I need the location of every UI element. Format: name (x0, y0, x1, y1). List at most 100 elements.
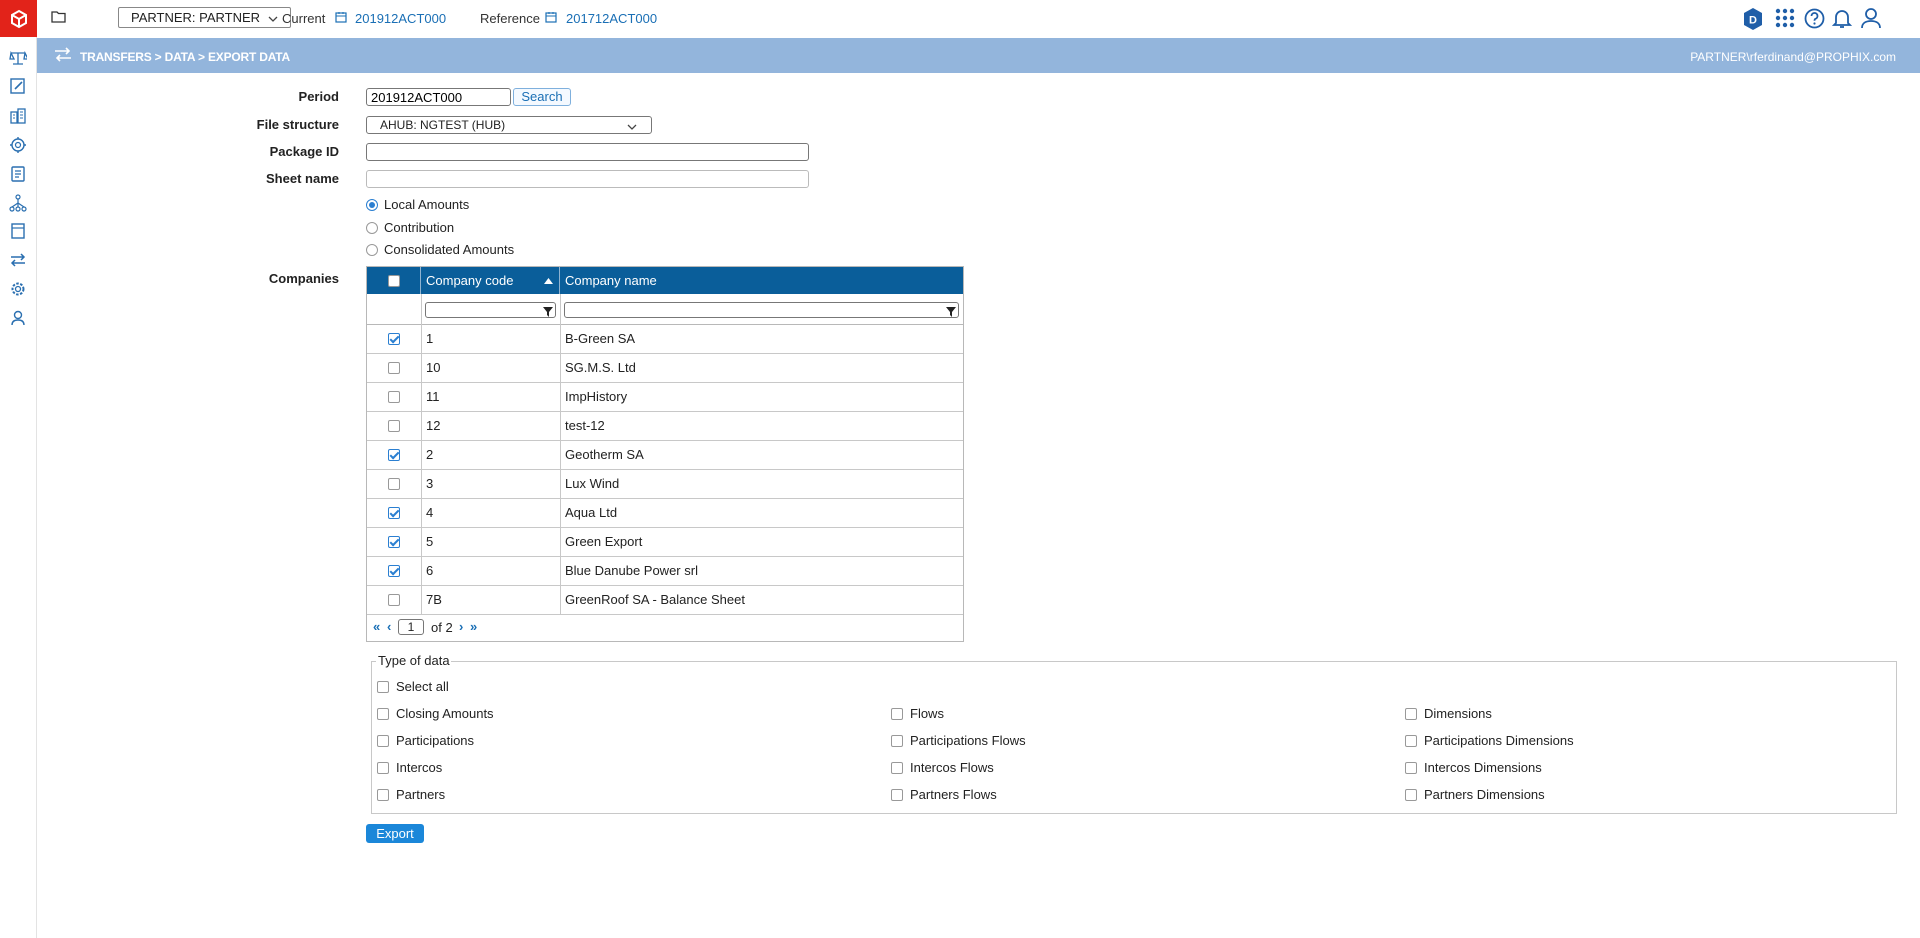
checkbox[interactable] (891, 761, 903, 774)
sidebar-item-edit[interactable] (7, 75, 29, 97)
table-row[interactable]: 3 Lux Wind (367, 470, 963, 499)
apps-grid-icon[interactable] (1775, 8, 1795, 31)
flows-checkbox[interactable]: Flows (891, 706, 944, 721)
checkbox[interactable] (891, 788, 903, 801)
checkbox[interactable] (377, 680, 389, 693)
sidebar-item-companies[interactable] (7, 105, 29, 127)
intercos-dimensions-checkbox[interactable]: Intercos Dimensions (1405, 760, 1542, 775)
hexagon-badge-icon[interactable]: D (1742, 7, 1764, 34)
table-row[interactable]: 5 Green Export (367, 528, 963, 557)
sidebar-item-packages[interactable] (7, 47, 29, 69)
company-code-filter-input[interactable] (425, 302, 556, 318)
participations-dimensions-checkbox[interactable]: Participations Dimensions (1405, 733, 1574, 748)
intercos-flows-checkbox[interactable]: Intercos Flows (891, 760, 994, 775)
radio-contribution[interactable]: Contribution (366, 220, 454, 235)
radio-button[interactable] (366, 198, 378, 211)
package-id-input[interactable] (366, 143, 809, 161)
page-header-bar: TRANSFERS > DATA > EXPORT DATA PARTNER\r… (37, 38, 1920, 73)
row-checkbox[interactable] (388, 565, 400, 577)
sidebar-item-transfers[interactable] (7, 249, 29, 271)
period-input[interactable] (366, 88, 511, 106)
sidebar-item-reports[interactable] (7, 163, 29, 185)
checkbox[interactable] (1405, 734, 1417, 747)
checkbox[interactable] (377, 707, 389, 720)
table-row[interactable]: 10 SG.M.S. Ltd (367, 354, 963, 383)
partner-select[interactable]: PARTNER: PARTNER (118, 7, 291, 28)
select-all-checkbox[interactable] (388, 275, 400, 287)
sidebar-item-users[interactable] (7, 307, 29, 329)
row-checkbox[interactable] (388, 391, 400, 403)
user-profile-icon[interactable] (1860, 7, 1882, 32)
radio-local-amounts[interactable]: Local Amounts (366, 197, 469, 212)
grid-header: Company code Company name (367, 267, 963, 294)
checkbox[interactable] (377, 788, 389, 801)
table-row[interactable]: 1 B-Green SA (367, 325, 963, 354)
last-page-icon[interactable]: » (470, 619, 477, 634)
hierarchy-icon (9, 194, 27, 212)
radio-consolidated-amounts[interactable]: Consolidated Amounts (366, 242, 514, 257)
row-checkbox[interactable] (388, 478, 400, 490)
bell-icon[interactable] (1831, 8, 1853, 32)
checkbox[interactable] (891, 707, 903, 720)
current-period-value[interactable]: 201912ACT000 (355, 11, 446, 26)
previous-page-icon[interactable]: ‹ (387, 619, 391, 634)
sidebar-item-global[interactable] (7, 134, 29, 156)
checkbox[interactable] (891, 734, 903, 747)
row-checkbox[interactable] (388, 420, 400, 432)
partners-checkbox[interactable]: Partners (377, 787, 445, 802)
closing-amounts-checkbox[interactable]: Closing Amounts (377, 706, 494, 721)
column-header-company-code[interactable]: Company code (421, 267, 560, 294)
table-row[interactable]: 2 Geotherm SA (367, 441, 963, 470)
table-row[interactable]: 6 Blue Danube Power srl (367, 557, 963, 586)
participations-checkbox[interactable]: Participations (377, 733, 474, 748)
row-checkbox[interactable] (388, 594, 400, 606)
radio-button[interactable] (366, 243, 378, 256)
row-checkbox[interactable] (388, 362, 400, 374)
select-all-types-checkbox[interactable]: Select all (377, 679, 449, 694)
partners-dimensions-checkbox[interactable]: Partners Dimensions (1405, 787, 1545, 802)
checkbox[interactable] (1405, 761, 1417, 774)
filter-icon[interactable] (543, 305, 553, 320)
table-row[interactable]: 7B GreenRoof SA - Balance Sheet (367, 586, 963, 615)
checkbox[interactable] (377, 734, 389, 747)
sidebar-item-settings[interactable] (7, 278, 29, 300)
calendar-icon[interactable] (545, 11, 557, 26)
dimensions-checkbox[interactable]: Dimensions (1405, 706, 1492, 721)
table-row[interactable]: 12 test-12 (367, 412, 963, 441)
first-page-icon[interactable]: « (373, 619, 380, 634)
row-checkbox[interactable] (388, 449, 400, 461)
company-name-cell: Aqua Ltd (565, 505, 618, 520)
radio-button[interactable] (366, 221, 378, 234)
search-button[interactable]: Search (513, 88, 571, 106)
column-header-company-name[interactable]: Company name (560, 267, 963, 294)
help-icon[interactable] (1804, 8, 1825, 32)
row-checkbox[interactable] (388, 536, 400, 548)
intercos-checkbox[interactable]: Intercos (377, 760, 442, 775)
row-checkbox[interactable] (388, 507, 400, 519)
table-row[interactable]: 4 Aqua Ltd (367, 499, 963, 528)
sheet-name-input[interactable] (366, 170, 809, 188)
transfer-icon (10, 253, 26, 267)
sidebar-item-journals[interactable] (7, 220, 29, 242)
company-name-filter-input[interactable] (564, 302, 959, 318)
export-button[interactable]: Export (366, 824, 424, 843)
checkbox[interactable] (1405, 707, 1417, 720)
participations-flows-checkbox[interactable]: Participations Flows (891, 733, 1026, 748)
partners-flows-checkbox[interactable]: Partners Flows (891, 787, 997, 802)
next-page-icon[interactable]: › (459, 619, 463, 634)
app-logo[interactable] (0, 0, 37, 37)
checkbox[interactable] (377, 761, 389, 774)
calendar-icon[interactable] (335, 11, 347, 26)
filter-icon[interactable] (946, 305, 956, 320)
page-number-input[interactable]: 1 (398, 619, 424, 635)
companies-grid: Company code Company name 1 B-Green SA 10 S… (366, 266, 964, 642)
row-checkbox[interactable] (388, 333, 400, 345)
company-name-cell: GreenRoof SA - Balance Sheet (565, 592, 745, 607)
sidebar-item-hierarchy[interactable] (7, 192, 29, 214)
folder-icon[interactable] (51, 10, 66, 26)
file-structure-select[interactable]: AHUB: NGTEST (HUB) (366, 116, 652, 134)
table-row[interactable]: 11 ImpHistory (367, 383, 963, 412)
reference-period-value[interactable]: 201712ACT000 (566, 11, 657, 26)
checkbox[interactable] (1405, 788, 1417, 801)
company-code-cell: 11 (426, 389, 440, 404)
